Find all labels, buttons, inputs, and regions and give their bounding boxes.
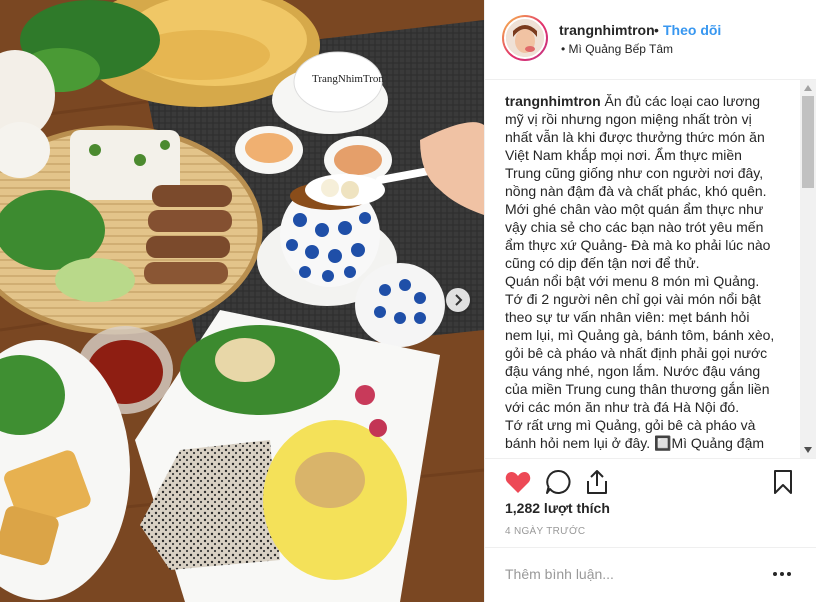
save-button[interactable] bbox=[768, 467, 798, 497]
bookmark-icon bbox=[774, 470, 792, 494]
post-actions bbox=[485, 458, 816, 506]
location-label: Mì Quảng Bếp Tâm bbox=[568, 42, 674, 56]
scrollbar[interactable] bbox=[800, 80, 816, 458]
follow-button[interactable]: Theo dõi bbox=[663, 22, 721, 38]
more-dot bbox=[780, 572, 784, 576]
comment-button[interactable] bbox=[543, 467, 573, 497]
post-photo[interactable]: TrangNhimTron bbox=[0, 0, 484, 602]
carousel-next-button[interactable] bbox=[446, 288, 470, 312]
post-caption: trangnhimtron Ăn đủ các loại cao lương m… bbox=[505, 92, 777, 452]
post-timestamp[interactable]: 4 NGÀY TRƯỚC bbox=[505, 526, 585, 537]
more-dot bbox=[787, 572, 791, 576]
post-header: trangnhimtron • Theo dõi • Mì Quảng Bếp … bbox=[485, 0, 816, 80]
logo-text: TrangNhimTron bbox=[312, 73, 384, 85]
chevron-right-icon bbox=[455, 294, 463, 306]
triangle-up-icon bbox=[804, 85, 812, 91]
triangle-down-icon bbox=[804, 447, 812, 453]
caption-paragraph-2: Quán nổi bật với menu 8 món mì Quảng. Tớ… bbox=[505, 273, 775, 415]
more-options-button[interactable] bbox=[773, 568, 793, 580]
caption-paragraph-3: Tớ rất ưng mì Quảng, gỏi bê cà pháo và b… bbox=[505, 417, 765, 451]
avatar[interactable] bbox=[502, 15, 548, 61]
comment-input[interactable] bbox=[505, 566, 755, 582]
share-icon bbox=[587, 470, 607, 494]
scroll-down-arrow[interactable] bbox=[800, 442, 816, 458]
food-photo-illustration: TrangNhimTron bbox=[0, 0, 484, 602]
like-count[interactable]: 1,282 lượt thích bbox=[505, 500, 610, 516]
like-button[interactable] bbox=[503, 467, 533, 497]
post-username[interactable]: trangnhimtron bbox=[559, 22, 655, 38]
more-dot bbox=[773, 572, 777, 576]
avatar-image bbox=[506, 19, 544, 57]
comment-icon bbox=[546, 469, 571, 494]
scroll-up-arrow[interactable] bbox=[800, 80, 816, 96]
caption-username[interactable]: trangnhimtron bbox=[505, 93, 601, 109]
location-link[interactable]: • Mì Quảng Bếp Tâm bbox=[561, 42, 673, 56]
comments-scroll-area[interactable]: trangnhimtron Ăn đủ các loại cao lương m… bbox=[485, 80, 816, 458]
header-separator: • bbox=[654, 22, 659, 38]
share-button[interactable] bbox=[582, 467, 612, 497]
comment-bar bbox=[485, 547, 816, 602]
scroll-thumb[interactable] bbox=[802, 96, 814, 188]
caption-paragraph-1: Ăn đủ các loại cao lương mỹ vị rồi nhưng… bbox=[505, 93, 771, 271]
heart-icon bbox=[505, 472, 531, 493]
location-bullet: • bbox=[561, 42, 566, 56]
post-side-panel: trangnhimtron • Theo dõi • Mì Quảng Bếp … bbox=[484, 0, 816, 602]
